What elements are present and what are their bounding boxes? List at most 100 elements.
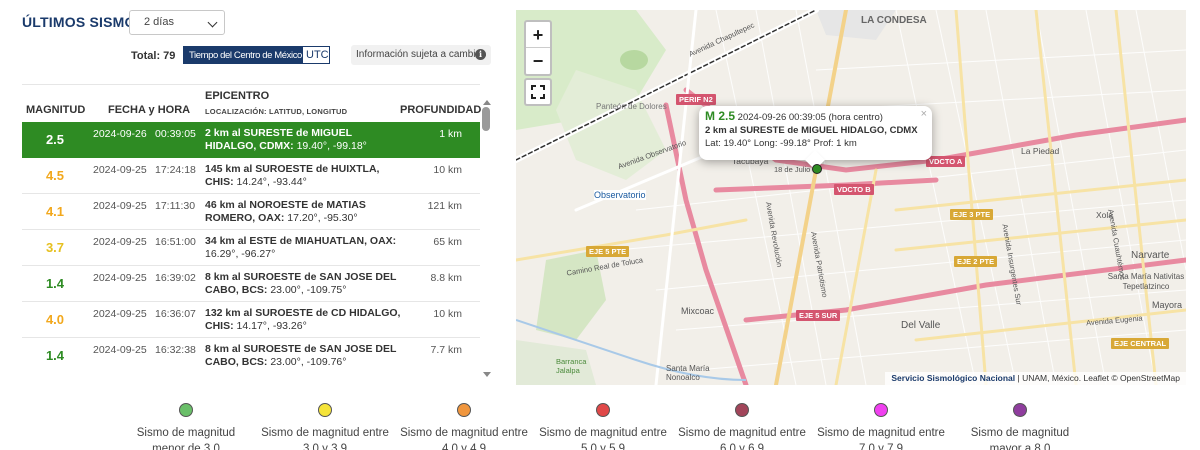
earthquake-map[interactable]: LA CONDESA Panteón de Dolores Observator… <box>516 10 1186 385</box>
map-label-santa-maria: Santa María Nonoalco <box>666 364 710 382</box>
row-date: 2024-09-26 <box>93 128 147 140</box>
row-place: 34 km al ESTE de MIAHUATLAN, OAX: <box>205 235 397 247</box>
row-coords: 14.24°, -93.44° <box>236 176 307 188</box>
row-coords: 23.00°, -109.75° <box>270 284 347 296</box>
row-epicenter: 2 km al SURESTE de MIGUEL HIDALGO, CDMX:… <box>205 127 405 153</box>
road-label-eje-5-sur: EJE 5 SUR <box>796 310 841 321</box>
road-label-vdcto-b: VDCTO B <box>834 184 874 195</box>
popup-datetime: 2024-09-26 00:39:05 (hora centro) <box>737 112 883 123</box>
legend-item: Sismo de magnitud mayor a 8.0 <box>955 403 1085 450</box>
time-range-select[interactable]: 2 días <box>129 10 225 35</box>
info-notice-text: Información sujeta a cambios <box>356 49 487 60</box>
map-label-del-valle: Del Valle <box>901 320 941 331</box>
row-coords: 14.17°, -93.26° <box>236 320 307 332</box>
header-epicentro[interactable]: EPICENTRO <box>205 90 269 102</box>
table-row[interactable]: 4.0 2024-09-25 16:36:07 132 km al SUROESTE … <box>22 302 480 338</box>
row-magnitude: 3.7 <box>45 240 65 255</box>
row-time: 00:39:05 <box>155 128 196 140</box>
info-notice: Información sujeta a cambios i <box>351 45 491 65</box>
zoom-out-button[interactable]: − <box>526 48 550 74</box>
table-row[interactable]: 3.7 2024-09-25 16:51:00 34 km al ESTE de MI… <box>22 230 480 266</box>
fullscreen-icon <box>531 85 536 90</box>
legend-label: Sismo de magnitud mayor a 8.0 <box>970 427 1070 450</box>
row-time: 16:36:07 <box>155 308 196 320</box>
earthquake-list-panel: ÚLTIMOS SISMOS. 2 días Total: 79 Tiempo … <box>0 0 500 385</box>
map-label-barranca: Barranca Jalalpa <box>556 357 587 375</box>
popup-close-button[interactable]: × <box>921 108 927 120</box>
row-depth: 1 km <box>439 128 462 140</box>
table-row[interactable]: 4.5 2024-09-25 17:24:18 145 km al SUROESTE … <box>22 158 480 194</box>
time-range-value: 2 días <box>144 16 174 28</box>
road-label-eje-2-pte: EJE 2 PTE <box>954 256 998 267</box>
map-label-narvarte: Narvarte <box>1131 250 1170 261</box>
legend-label: Sismo de magnitud entre 3.0 y 3.9 <box>261 427 389 450</box>
legend-label: Sismo de magnitud entre 7.0 y 7.9 <box>817 427 945 450</box>
zoom-in-button[interactable]: + <box>526 22 550 48</box>
row-epicenter: 8 km al SUROESTE de SAN JOSE DEL CABO, B… <box>205 271 405 297</box>
row-magnitude: 4.5 <box>45 168 65 183</box>
row-epicenter: 132 km al SUROESTE de CD HIDALGO, CHIS: … <box>205 307 405 333</box>
scroll-thumb[interactable] <box>482 107 490 131</box>
row-coords: 17.20°, -95.30° <box>287 212 358 224</box>
table-row[interactable]: 4.1 2024-09-25 17:11:30 46 km al NOROESTE d… <box>22 194 480 230</box>
earthquake-popup: M 2.5 2024-09-26 00:39:05 (hora centro) … <box>699 106 932 170</box>
earthquake-page: ÚLTIMOS SISMOS. 2 días Total: 79 Tiempo … <box>0 0 1200 450</box>
road-label-perif: PERIF N2 <box>676 94 716 105</box>
attribution-text[interactable]: | UNAM, México. Leaflet © OpenStreetMap <box>1015 373 1180 383</box>
zoom-control: + − <box>524 20 552 76</box>
fullscreen-icon-corner <box>540 85 545 90</box>
road-label-vdcto-a: VDCTO A <box>926 156 966 167</box>
scroll-down-icon[interactable] <box>483 372 491 377</box>
row-date: 2024-09-25 <box>93 344 147 356</box>
total-count: Total: 79 <box>131 50 176 62</box>
header-profundidad[interactable]: PROFUNDIDAD <box>400 104 481 116</box>
fullscreen-icon-corner <box>540 94 545 99</box>
row-epicenter: 8 km al SUROESTE de SAN JOSE DEL CABO, B… <box>205 343 405 369</box>
row-magnitude: 1.4 <box>45 348 65 363</box>
map-label-la-piedad: La Piedad <box>1021 146 1060 156</box>
row-coords: 23.00°, -109.76° <box>270 356 347 368</box>
map-label-mixcoac: Mixcoac <box>681 306 715 316</box>
table-row[interactable]: 1.4 2024-09-25 16:32:38 8 km al SUROESTE de… <box>22 338 480 373</box>
timezone-utc-button[interactable]: UTC <box>302 46 330 64</box>
table-scrollbar[interactable] <box>481 100 491 377</box>
legend-label: Sismo de magnitud entre 4.0 y 4.9 <box>400 427 528 450</box>
legend-label: Sismo de magnitud entre 5.0 y 5.9 <box>539 427 667 450</box>
legend-dot-icon <box>318 403 332 417</box>
legend-item: Sismo de magnitud entre 3.0 y 3.9 <box>260 403 390 450</box>
info-icon[interactable]: i <box>475 49 486 60</box>
row-date: 2024-09-25 <box>93 236 147 248</box>
scroll-up-icon[interactable] <box>483 100 491 105</box>
row-magnitude: 4.1 <box>45 204 65 219</box>
row-epicenter: 46 km al NOROESTE de MATIAS ROMERO, OAX:… <box>205 199 405 225</box>
header-fecha[interactable]: FECHA y HORA <box>108 104 190 116</box>
earthquake-marker[interactable] <box>812 164 822 174</box>
legend-item: Sismo de magnitud entre 7.0 y 7.9 <box>816 403 946 450</box>
row-depth: 65 km <box>433 236 462 248</box>
row-date: 2024-09-25 <box>93 308 147 320</box>
row-epicenter: 34 km al ESTE de MIAHUATLAN, OAX: 16.29°… <box>205 235 405 261</box>
map-label-mayorazgo: Mayora <box>1152 300 1183 310</box>
row-coords: 19.40°, -99.18° <box>296 140 367 152</box>
road-label-eje-3-pte: EJE 3 PTE <box>950 209 994 220</box>
fullscreen-button[interactable] <box>524 78 552 106</box>
row-date: 2024-09-25 <box>93 200 147 212</box>
header-epicentro-sub: LOCALIZACIÓN: LATITUD, LONGITUD <box>205 107 348 116</box>
legend-dot-icon <box>596 403 610 417</box>
table-row[interactable]: 1.4 2024-09-25 16:39:02 8 km al SUROESTE de… <box>22 266 480 302</box>
row-magnitude: 1.4 <box>45 276 65 291</box>
row-depth: 10 km <box>433 164 462 176</box>
row-time: 16:51:00 <box>155 236 196 248</box>
road-label-eje-central: EJE CENTRAL <box>1111 338 1170 349</box>
table-header: MAGNITUD FECHA y HORA EPICENTRO LOCALIZA… <box>22 84 481 122</box>
legend-item: Sismo de magnitud entre 6.0 y 6.9 <box>677 403 807 450</box>
header-magnitud[interactable]: MAGNITUD <box>26 104 85 116</box>
earthquake-table-body: 2.5 2024-09-26 00:39:05 2 km al SURESTE de … <box>22 122 480 373</box>
attribution-org-link[interactable]: Servicio Sismológico Nacional <box>891 373 1015 383</box>
timezone-local-button[interactable]: Tiempo del Centro de México <box>183 46 308 64</box>
fullscreen-icon-corner <box>531 94 536 99</box>
table-row[interactable]: 2.5 2024-09-26 00:39:05 2 km al SURESTE de … <box>22 122 480 158</box>
legend-item: Sismo de magnitud menor de 3.0 <box>121 403 251 450</box>
row-time: 17:11:30 <box>155 200 196 212</box>
legend-label: Sismo de magnitud menor de 3.0 <box>136 427 236 450</box>
